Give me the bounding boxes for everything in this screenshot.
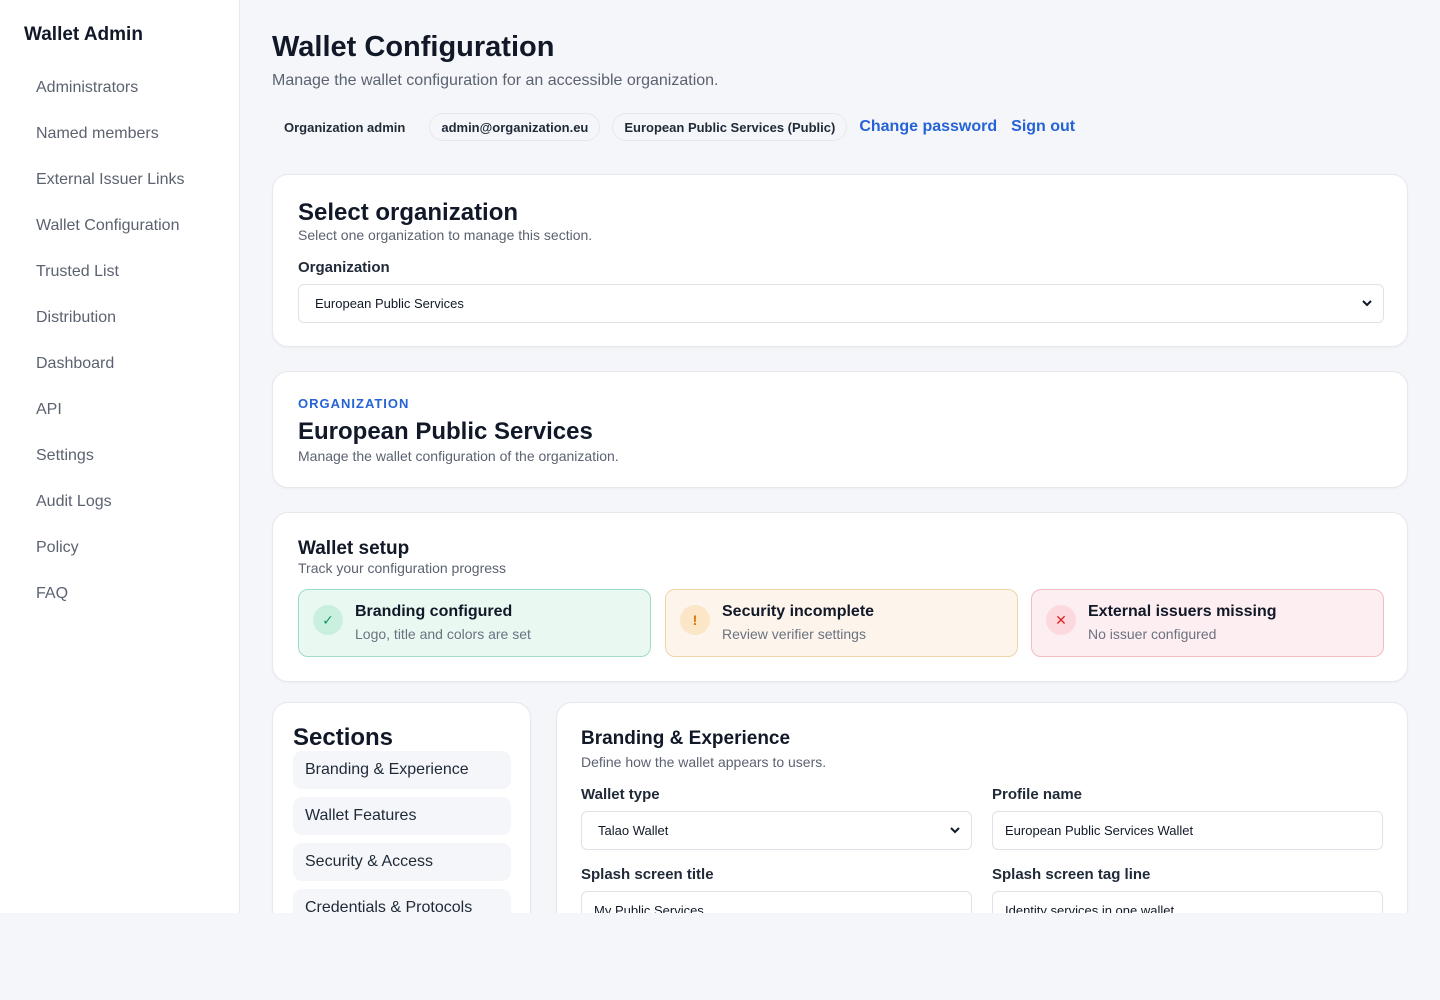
sidebar-item-dashboard[interactable]: Dashboard: [0, 341, 239, 387]
organization-select[interactable]: European Public Services: [298, 284, 1384, 323]
account-bar: Organization admin admin@organization.eu…: [272, 113, 1089, 141]
wallet-setup-card: Wallet setup Track your configuration pr…: [272, 512, 1408, 682]
select-organization-subtitle: Select one organization to manage this s…: [298, 227, 593, 243]
sidebar-item-named-members[interactable]: Named members: [0, 111, 239, 157]
status-title: Branding configured: [355, 603, 513, 620]
splash-tagline-label: Splash screen tag line: [992, 866, 1151, 883]
chevron-down-icon: [950, 827, 960, 834]
sidebar-item-audit-logs[interactable]: Audit Logs: [0, 479, 239, 525]
status-subtitle: Logo, title and colors are set: [355, 626, 531, 642]
status-subtitle: Review verifier settings: [722, 626, 866, 642]
app-viewport: Wallet Admin Administrators Named member…: [0, 0, 1440, 913]
status-title: External issuers missing: [1088, 603, 1277, 620]
sidebar-item-faq[interactable]: FAQ: [0, 571, 239, 617]
branding-experience-card: Branding & Experience Define how the wal…: [556, 702, 1408, 913]
splash-title-input[interactable]: My Public Services: [581, 891, 972, 913]
section-security-access[interactable]: Security & Access: [293, 843, 511, 881]
organization-card: ORGANIZATION European Public Services Ma…: [272, 371, 1408, 488]
sections-title: Sections: [293, 724, 394, 751]
section-branding-experience[interactable]: Branding & Experience: [293, 751, 511, 789]
sidebar-item-external-issuer-links[interactable]: External Issuer Links: [0, 157, 239, 203]
role-chip: Organization admin: [272, 113, 418, 141]
organization-chip: European Public Services (Public): [612, 113, 848, 141]
sidebar-item-api[interactable]: API: [0, 387, 239, 433]
select-organization-card: Select organization Select one organizat…: [272, 174, 1408, 347]
page-title: Wallet Configuration: [272, 31, 555, 63]
branding-subtitle: Define how the wallet appears to users.: [581, 754, 827, 770]
wallet-type-label: Wallet type: [581, 786, 660, 803]
profile-name-input[interactable]: European Public Services Wallet: [992, 811, 1383, 850]
check-icon: ✓: [313, 605, 343, 635]
sidebar: Wallet Admin Administrators Named member…: [0, 0, 240, 913]
splash-tagline-input[interactable]: Identity services in one wallet: [992, 891, 1383, 913]
sidebar-item-settings[interactable]: Settings: [0, 433, 239, 479]
organization-select-value: European Public Services: [315, 296, 464, 311]
close-icon: ✕: [1046, 605, 1076, 635]
splash-title-label: Splash screen title: [581, 866, 714, 883]
email-chip: admin@organization.eu: [429, 113, 601, 141]
wallet-type-value: Talao Wallet: [598, 823, 669, 838]
organization-name: European Public Services: [298, 418, 593, 445]
warning-icon: !: [680, 605, 710, 635]
chevron-down-icon: [1362, 300, 1372, 307]
section-wallet-features[interactable]: Wallet Features: [293, 797, 511, 835]
sidebar-item-trusted-list[interactable]: Trusted List: [0, 249, 239, 295]
status-subtitle: No issuer configured: [1088, 626, 1217, 642]
sidebar-item-policy[interactable]: Policy: [0, 525, 239, 571]
branding-title: Branding & Experience: [581, 728, 791, 749]
status-security: ! Security incomplete Review verifier se…: [665, 589, 1018, 657]
sections-card: Sections Branding & Experience Wallet Fe…: [272, 702, 531, 913]
organization-field-label: Organization: [298, 259, 390, 276]
organization-description: Manage the wallet configuration of the o…: [298, 448, 619, 464]
page-subtitle: Manage the wallet configuration for an a…: [272, 72, 719, 89]
app-brand: Wallet Admin: [24, 24, 143, 45]
sidebar-item-wallet-configuration[interactable]: Wallet Configuration: [0, 203, 239, 249]
section-credentials-protocols[interactable]: Credentials & Protocols: [293, 889, 511, 913]
status-external-issuers: ✕ External issuers missing No issuer con…: [1031, 589, 1384, 657]
sign-out-link[interactable]: Sign out: [1011, 118, 1075, 136]
sidebar-item-distribution[interactable]: Distribution: [0, 295, 239, 341]
status-title: Security incomplete: [722, 603, 875, 620]
wallet-setup-subtitle: Track your configuration progress: [298, 560, 507, 576]
profile-name-label: Profile name: [992, 786, 1083, 803]
sidebar-item-administrators[interactable]: Administrators: [0, 65, 239, 111]
organization-kicker: ORGANIZATION: [298, 396, 410, 411]
status-branding: ✓ Branding configured Logo, title and co…: [298, 589, 651, 657]
wallet-type-select[interactable]: Talao Wallet: [581, 811, 972, 850]
change-password-link[interactable]: Change password: [859, 118, 997, 136]
sidebar-nav: Administrators Named members External Is…: [0, 65, 239, 617]
wallet-setup-title: Wallet setup: [298, 538, 410, 559]
select-organization-title: Select organization: [298, 199, 519, 226]
